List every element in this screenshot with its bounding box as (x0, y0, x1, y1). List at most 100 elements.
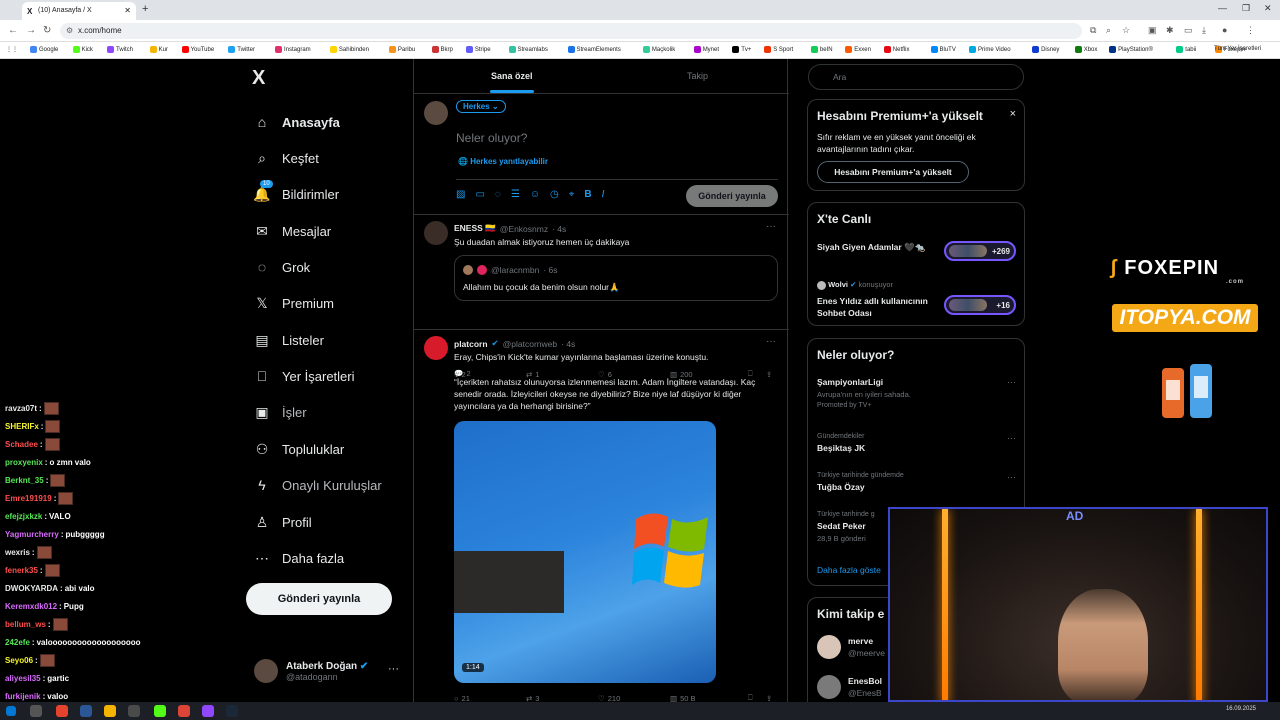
minimize-icon[interactable]: — (1218, 3, 1227, 13)
follow-suggestion[interactable]: EnesBol @EnesB (848, 676, 882, 698)
schedule-icon[interactable]: ◷ (550, 189, 559, 200)
install-icon[interactable]: ⧉ (1090, 25, 1096, 36)
search-input[interactable]: Ara (808, 64, 1024, 90)
post-button-sidebar[interactable]: Gönderi yayınla (246, 583, 392, 615)
trend-more-icon[interactable]: ··· (1007, 433, 1016, 443)
trend-item[interactable]: ŞampiyonlarLigi Avrupa'nın en iyileri sa… (817, 377, 1017, 409)
sidebar-item-grok[interactable]: ◌ Grok (254, 259, 310, 275)
apps-icon[interactable]: ⋮⋮ (6, 46, 18, 53)
sidebar-item-communities[interactable]: ⚇ Topluluklar (254, 441, 344, 457)
steam-icon[interactable] (226, 705, 238, 717)
live-space-title[interactable]: Enes Yıldız adlı kullanıcının Sohbet Oda… (817, 295, 937, 319)
bookmark-item[interactable]: Twitter (228, 46, 255, 53)
download-icon[interactable]: ⤓ (1202, 25, 1206, 36)
reply-button[interactable]: ○ 21 (454, 693, 526, 703)
share-button[interactable]: ⇪ (766, 693, 772, 703)
post-handle[interactable]: @platcornweb (503, 339, 557, 349)
sidebar-item-jobs[interactable]: ▣ İşler (254, 404, 306, 420)
sidebar-item-explore[interactable]: ⌕ Keşfet (254, 150, 319, 166)
bookmark-star-icon[interactable]: ☆ (1122, 25, 1130, 36)
close-window-icon[interactable]: ✕ (1264, 3, 1272, 14)
trend-item[interactable]: Türkiye tarihinde gündemde Tuğba Özay (817, 472, 1017, 492)
quoted-post[interactable]: @laracnmbn · 6s Allahım bu çocuk da beni… (454, 255, 778, 301)
maximize-icon[interactable]: ❐ (1242, 3, 1250, 14)
like-button[interactable]: ♡ 210 (598, 693, 670, 703)
bookmark-item[interactable]: Tv+ (732, 46, 751, 53)
sidebar-item-bookmarks[interactable]: ⎕ Yer İşaretleri (254, 368, 355, 384)
bookmark-item[interactable]: Maçkolik (642, 46, 675, 53)
bookmark-item[interactable]: YouTube (181, 46, 214, 53)
sidebar-item-verified-orgs[interactable]: ϟ Onaylı Kuruluşlar (254, 477, 381, 493)
close-icon[interactable]: × (1010, 108, 1016, 120)
bookmark-item[interactable]: Paribu (388, 46, 415, 53)
bookmark-item[interactable]: PlayStation® (1109, 46, 1153, 53)
profile-avatar-icon[interactable]: ● (1222, 25, 1227, 35)
bookmark-item[interactable]: Disney (1032, 46, 1059, 53)
bookmark-item[interactable]: BluTV (930, 46, 956, 53)
app-icon[interactable] (56, 705, 68, 717)
forward-icon[interactable]: → (26, 25, 36, 36)
taskview-icon[interactable] (30, 705, 42, 717)
bookmark-item[interactable]: Bkrp (431, 46, 453, 53)
bookmark-item[interactable]: Kick (72, 46, 93, 53)
sidebar-item-profile[interactable]: ♙ Profil (254, 514, 312, 530)
sidebar-item-home[interactable]: ⌂ Anasayfa (254, 114, 340, 130)
new-tab-button[interactable]: + (142, 3, 148, 15)
follow-suggestion[interactable]: merve @meerve (848, 636, 885, 658)
bookmark-item[interactable]: Prime Video (969, 46, 1011, 53)
grok-icon[interactable]: ◌ (495, 189, 501, 200)
live-space-title[interactable]: Siyah Giyen Adamlar 🖤🐀 (817, 241, 947, 253)
start-icon[interactable] (6, 706, 16, 716)
views-button[interactable]: ▥ 50 B (670, 693, 748, 703)
post-more-icon[interactable]: ··· (766, 221, 776, 232)
italic-icon[interactable]: I (602, 189, 605, 200)
sidebar-item-messages[interactable]: ✉ Mesajlar (254, 223, 331, 239)
bookmark-button[interactable]: ⎕ (748, 693, 766, 702)
emoji-icon[interactable]: ☺ (530, 189, 540, 200)
kick-icon[interactable] (154, 705, 166, 717)
site-info-icon[interactable]: ⚙ (66, 26, 73, 35)
sidebar-item-lists[interactable]: ▤ Listeler (254, 332, 324, 348)
bookmark-item[interactable]: Instagram (275, 46, 311, 53)
bookmark-item[interactable]: Kur (149, 46, 168, 53)
bookmark-item[interactable]: Netflix (883, 46, 909, 53)
post-author[interactable]: platcorn (454, 339, 488, 349)
compose-post-button[interactable]: Gönderi yayınla (686, 185, 778, 207)
bookmark-item[interactable]: Sahibinden (329, 46, 369, 53)
zoom-icon[interactable]: ⌕ (1106, 25, 1111, 36)
browser-tab[interactable]: X (10) Anasayfa / X ✕ (22, 2, 136, 20)
bookmark-item[interactable]: StreamElements (567, 46, 621, 53)
account-switcher[interactable]: Ataberk Doğan ✔ @atadogann (254, 659, 368, 683)
bookmark-item[interactable]: Stripe (465, 46, 491, 53)
post-video[interactable]: 1:14 (454, 421, 716, 683)
bold-icon[interactable]: B (584, 189, 591, 200)
sidebar-item-notifications[interactable]: 🔔 10 Bildirimler (253, 180, 339, 202)
extension-icon[interactable]: ▣ (1148, 25, 1157, 36)
back-icon[interactable]: ← (8, 25, 18, 36)
poll-icon[interactable]: ☰ (511, 189, 520, 200)
sidebar-item-more[interactable]: ⋯ Daha fazla (254, 550, 344, 566)
trend-more-icon[interactable]: ··· (1007, 472, 1016, 482)
bookmark-item[interactable]: Mynet (693, 46, 719, 53)
premium-button[interactable]: Hesabını Premium+'a yükselt (817, 161, 969, 183)
chrome-menu-icon[interactable]: ⋮ (1246, 25, 1255, 36)
media-icon[interactable]: ▨ (456, 189, 465, 200)
post-time[interactable]: · 4s (561, 339, 575, 349)
bookmark-item[interactable]: Exxen (845, 46, 871, 53)
live-listeners-pill[interactable]: +269 (944, 241, 1016, 261)
repost-button[interactable]: ⇄ 3 (526, 693, 598, 703)
post-more-icon[interactable]: ··· (766, 336, 776, 347)
bookmark-item[interactable]: Twitch (107, 46, 133, 53)
location-icon[interactable]: ⌖ (569, 189, 575, 200)
app-icon[interactable] (128, 705, 140, 717)
chrome-icon[interactable] (178, 705, 190, 717)
reply-setting[interactable]: 🌐 Herkes yanıtlayabilir (458, 157, 548, 166)
extensions-puzzle-icon[interactable]: ✱ (1166, 25, 1174, 36)
live-listeners-pill[interactable]: +16 (944, 295, 1016, 315)
show-more-link[interactable]: Daha fazla göste (817, 565, 881, 575)
app-icon[interactable] (202, 705, 214, 717)
audience-selector[interactable]: Herkes ⌄ (456, 100, 506, 113)
tab-for-you[interactable]: Sana özel (491, 71, 533, 81)
compose-input[interactable]: Neler oluyor? (456, 131, 527, 145)
bookmark-item[interactable]: beIN (810, 46, 833, 53)
